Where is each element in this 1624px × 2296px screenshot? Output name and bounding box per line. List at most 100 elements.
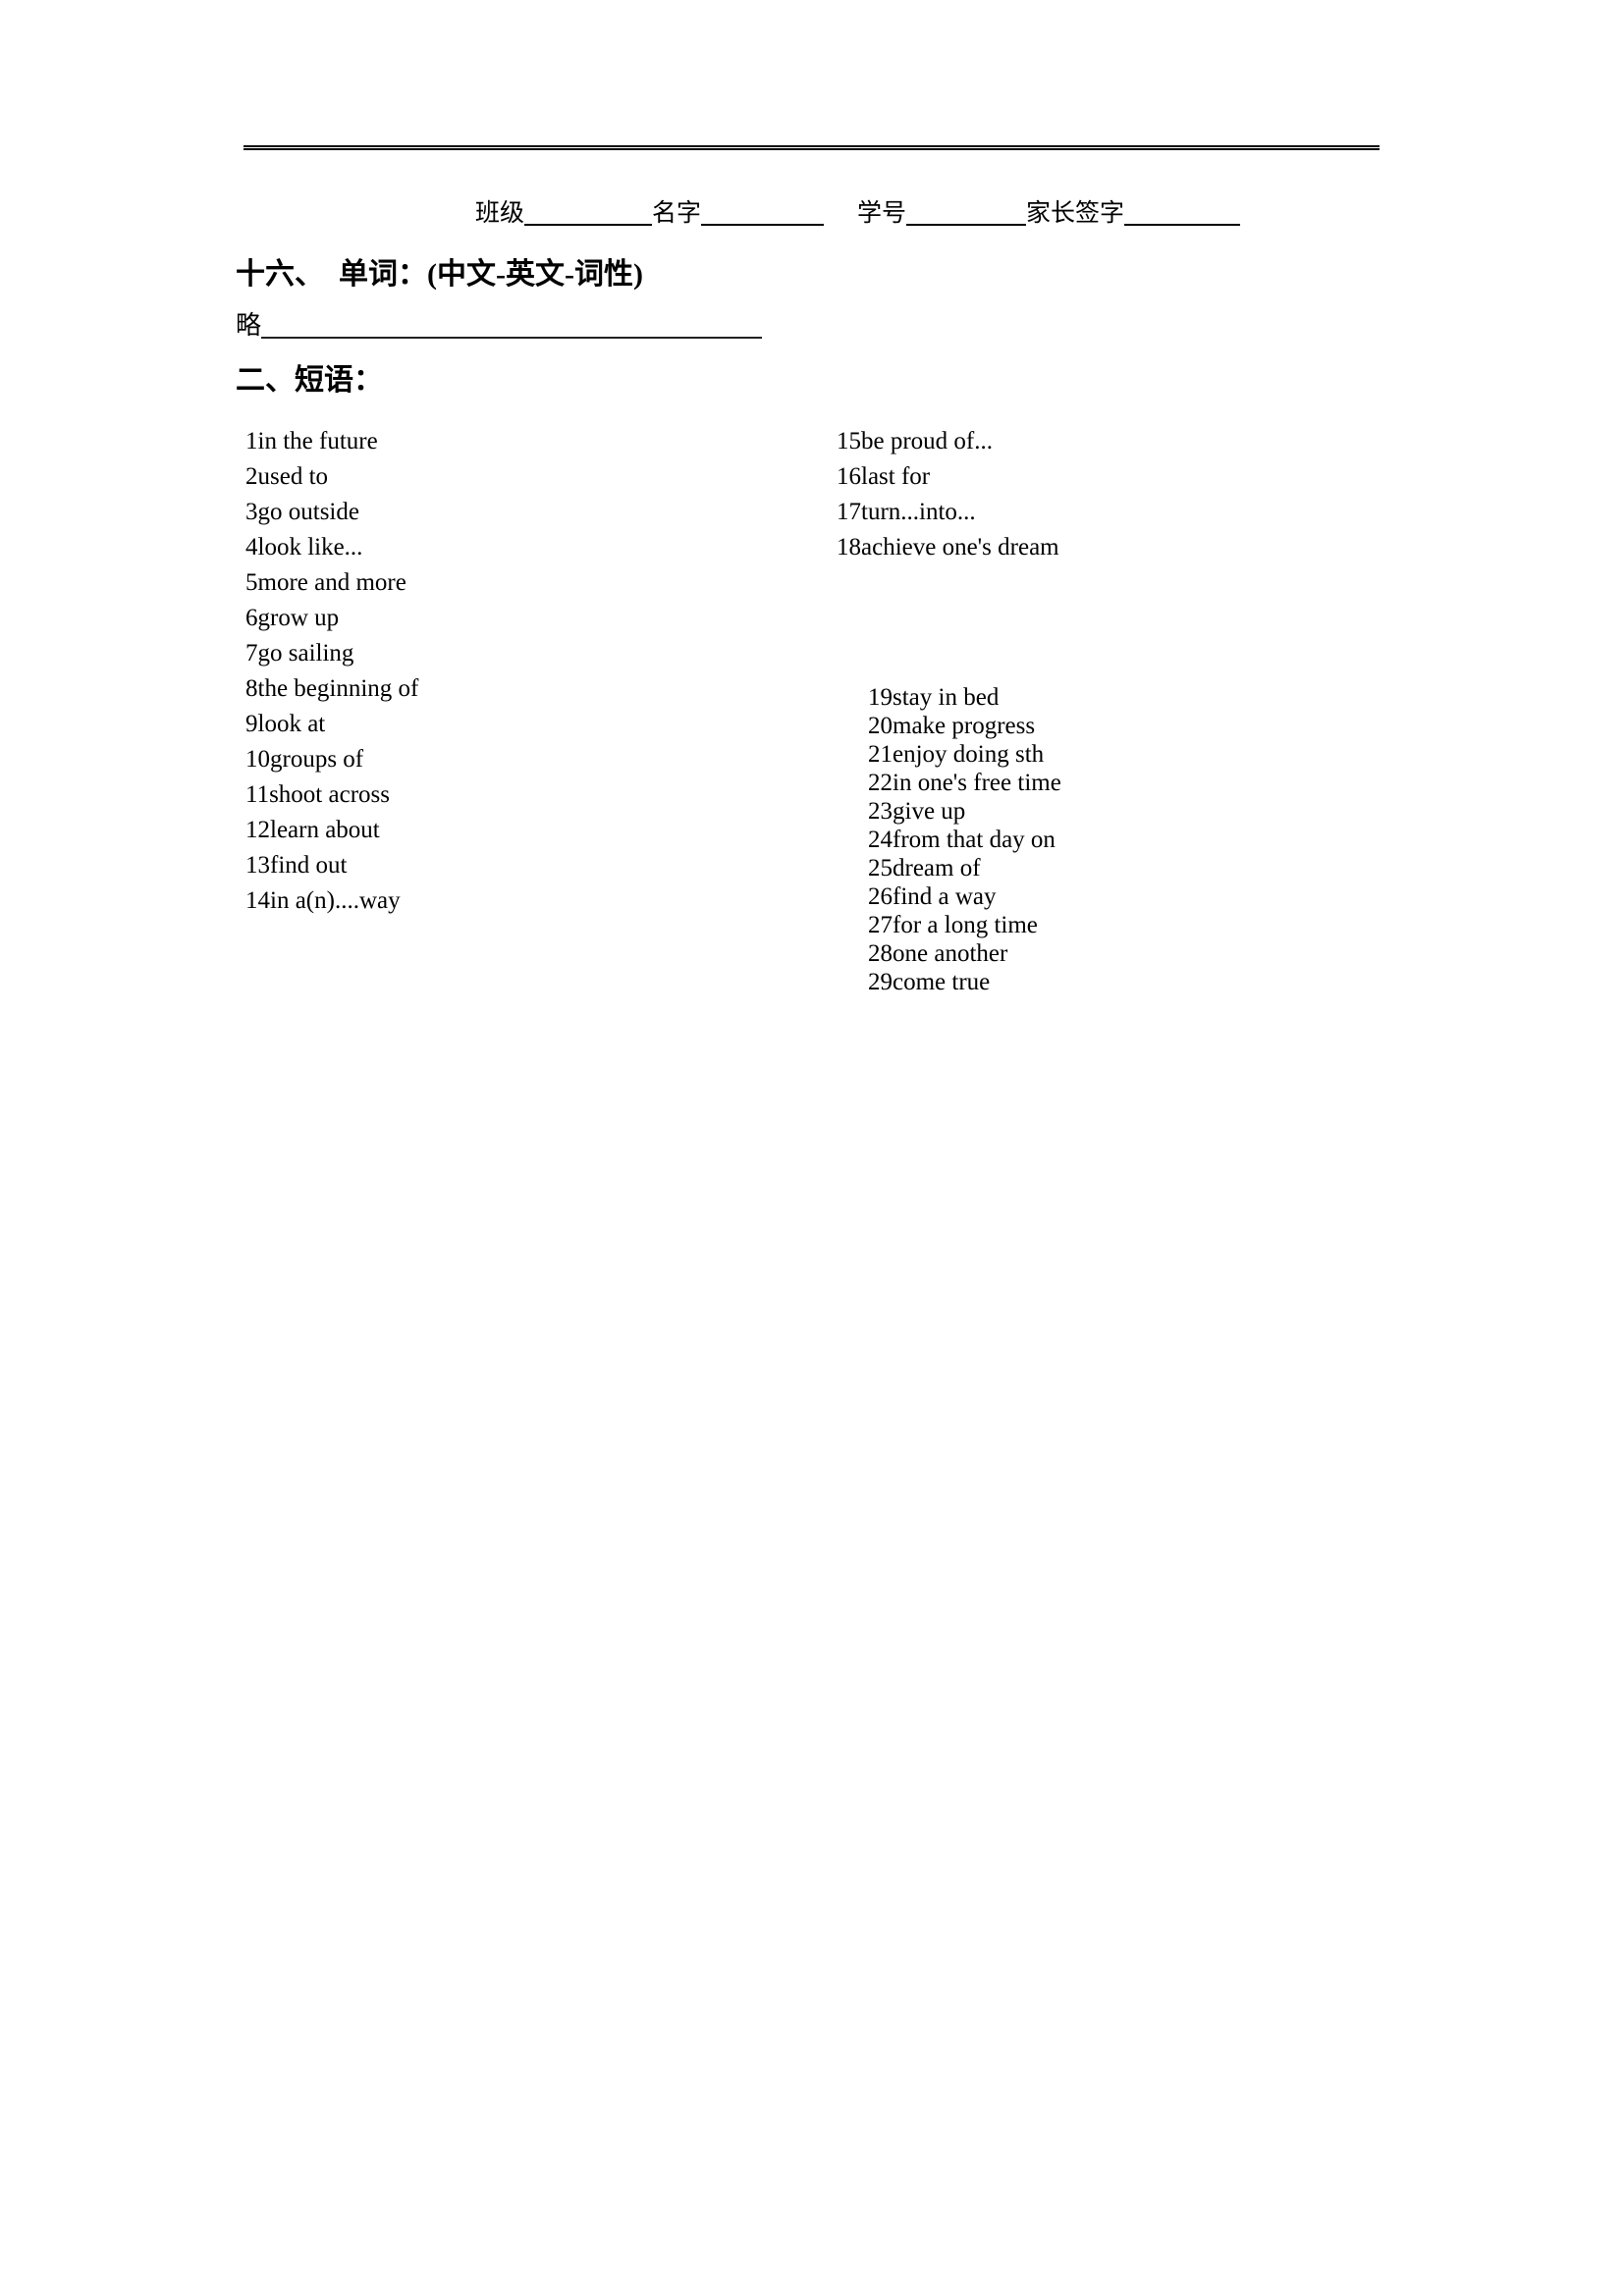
student-id-blank-field[interactable] [906, 196, 1027, 226]
phrase-item-number: 17 [837, 499, 861, 525]
phrase-list-item: 21enjoy doing sth [868, 740, 1379, 769]
student-info-header: 班级 名字 学号 家长签字 [245, 192, 1384, 234]
phrase-item-number: 9 [245, 711, 258, 737]
phrase-item-text: the beginning of [257, 675, 419, 702]
phrase-item-number: 4 [245, 534, 258, 561]
section-heading-words-note: (中文-英文-词性) [427, 258, 643, 291]
phrase-item-text: grow up [257, 605, 340, 631]
phrase-item-number: 1 [245, 428, 258, 454]
phrase-list-item: 6grow up [245, 601, 756, 636]
phrase-list-item: 1in the future [245, 424, 756, 459]
phrase-list-item: 2used to [245, 459, 756, 495]
section-heading-words-label: 十六、 单词： [236, 257, 427, 292]
phrase-list-item: 16last for [837, 459, 1347, 495]
phrase-list-item: 23give up [868, 797, 1379, 826]
phrase-item-number: 13 [245, 852, 270, 879]
phrase-list-item: 9look at [245, 707, 756, 742]
document-page: 班级 名字 学号 家长签字 十六、 单词：(中文-英文-词性) 略 二、短语： 1in… [0, 0, 1624, 2296]
phrase-item-text: look like... [257, 534, 363, 561]
phrase-item-text: go sailing [257, 640, 354, 667]
phrase-list-item: 22in one's free time [868, 769, 1379, 797]
parent-signature-label: 家长签字 [1026, 198, 1125, 227]
phrase-item-text: from that day on [893, 827, 1056, 853]
phrase-item-text: enjoy doing sth [893, 741, 1045, 768]
phrase-item-number: 20 [868, 713, 893, 739]
phrase-list-item: 5more and more [245, 565, 756, 601]
phrase-list-item: 11shoot across [245, 777, 756, 813]
phrase-list-item: 20make progress [868, 712, 1379, 740]
name-blank-field[interactable] [701, 196, 825, 226]
phrase-list-item: 24from that day on [868, 826, 1379, 854]
phrase-item-number: 16 [837, 463, 861, 490]
phrase-item-text: shoot across [269, 781, 390, 808]
phrase-item-number: 2 [245, 463, 258, 490]
section-heading-phrases: 二、短语： [236, 359, 383, 402]
phrase-list-item: 15be proud of... [837, 424, 1347, 459]
phrase-item-number: 8 [245, 675, 258, 702]
phrase-item-number: 12 [245, 817, 270, 843]
phrase-item-number: 3 [245, 499, 258, 525]
parent-signature-blank-field[interactable] [1124, 196, 1241, 226]
phrase-list-item: 8the beginning of [245, 671, 756, 707]
phrase-list-right-column-lower: 19stay in bed 20make progress 21enjoy doin… [868, 683, 1379, 996]
class-label: 班级 [475, 198, 525, 227]
phrase-item-text: stay in bed [893, 684, 1000, 711]
phrase-list-item: 25dream of [868, 854, 1379, 882]
class-blank-field[interactable] [524, 196, 653, 226]
phrase-list-item: 14in a(n)....way [245, 883, 756, 919]
phrase-item-text: in a(n)....way [270, 887, 401, 914]
phrase-item-number: 23 [868, 798, 893, 825]
phrase-list-item: 19stay in bed [868, 683, 1379, 712]
phrase-item-number: 21 [868, 741, 893, 768]
phrase-list-item: 28one another [868, 939, 1379, 968]
phrase-item-text: find out [270, 852, 348, 879]
phrase-item-number: 19 [868, 684, 893, 711]
phrase-list-left-column: 1in the future 2used to 3go outside 4look l… [245, 424, 756, 919]
phrase-item-text: look at [257, 711, 326, 737]
phrase-item-number: 22 [868, 770, 893, 796]
phrase-list-item: 26find a way [868, 882, 1379, 911]
omitted-blank-field[interactable] [261, 311, 763, 339]
phrase-list-item: 7go sailing [245, 636, 756, 671]
phrase-item-text: achieve one's dream [861, 534, 1059, 561]
omitted-label: 略 [236, 311, 262, 341]
phrase-item-text: groups of [270, 746, 364, 773]
phrase-item-number: 25 [868, 855, 893, 881]
phrase-item-text: one another [893, 940, 1008, 967]
phrase-item-text: more and more [257, 569, 406, 596]
name-label: 名字 [652, 198, 702, 227]
phrase-item-text: make progress [893, 713, 1036, 739]
phrase-list-right-column-upper: 15be proud of... 16last for 17turn...into.… [837, 424, 1347, 565]
phrase-list-item: 12learn about [245, 813, 756, 848]
phrase-item-number: 15 [837, 428, 861, 454]
phrase-item-number: 14 [245, 887, 270, 914]
phrase-item-text: learn about [270, 817, 380, 843]
phrase-list-item: 10groups of [245, 742, 756, 777]
phrase-item-number: 10 [245, 746, 270, 773]
phrase-list-item: 18achieve one's dream [837, 530, 1347, 565]
phrase-item-text: come true [893, 969, 991, 995]
phrase-item-text: be proud of... [861, 428, 993, 454]
phrase-item-number: 11 [245, 781, 270, 808]
student-id-label: 学号 [857, 198, 907, 227]
section-heading-words: 十六、 单词：(中文-英文-词性) [236, 253, 643, 296]
phrase-item-text: in the future [257, 428, 378, 454]
phrase-item-number: 29 [868, 969, 893, 995]
phrase-item-text: find a way [893, 883, 997, 910]
phrase-item-number: 7 [245, 640, 258, 667]
phrase-item-text: go outside [257, 499, 359, 525]
phrase-item-number: 26 [868, 883, 893, 910]
rule-line-lower [244, 148, 1380, 150]
rule-line-upper [244, 145, 1380, 147]
phrase-item-number: 6 [245, 605, 258, 631]
phrase-item-number: 28 [868, 940, 893, 967]
phrase-list-item: 29come true [868, 968, 1379, 996]
phrase-item-text: last for [861, 463, 931, 490]
phrase-list-item: 4look like... [245, 530, 756, 565]
phrase-item-number: 27 [868, 912, 893, 938]
phrase-list-item: 27for a long time [868, 911, 1379, 939]
phrase-list-item: 13find out [245, 848, 756, 883]
phrase-item-text: dream of [893, 855, 981, 881]
omitted-answer-line: 略 [236, 306, 763, 346]
phrase-item-text: give up [893, 798, 966, 825]
